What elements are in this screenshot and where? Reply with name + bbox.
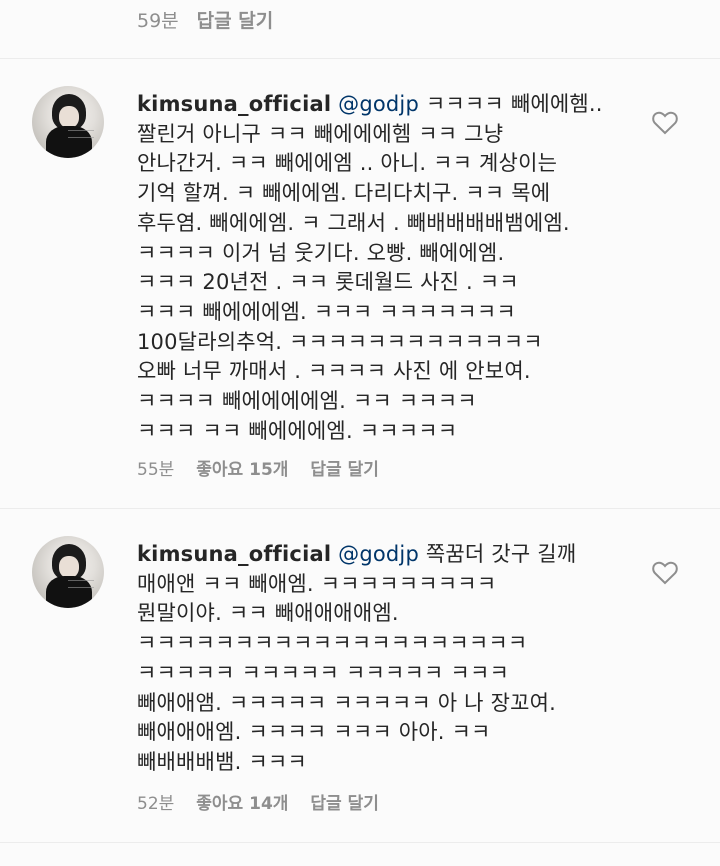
comment-time: 55분 [137,460,175,480]
comment-meta: 52분 좋아요 14개 답글 달기 [137,789,401,814]
reply-button[interactable]: 답글 달기 [197,10,274,32]
comment-time: 59분 [137,10,179,32]
likes-count[interactable]: 좋아요 15개 [196,460,288,480]
divider [0,508,720,509]
avatar[interactable] [32,536,104,608]
reply-button[interactable]: 답글 달기 [310,460,378,480]
heart-icon[interactable] [652,561,678,585]
comment-meta: 59분 답글 달기 [137,6,291,33]
comment-body: ㅋㅋㅋㅋ 빼에에헴.. 짤린거 아니구 ㅋㅋ 빼에에에헴 ㅋㅋ 그냥 안나간거.… [137,92,603,443]
comment-mention[interactable]: @godjp [338,92,419,116]
comment-mention[interactable]: @godjp [338,542,419,566]
heart-icon[interactable] [652,111,678,135]
comment-username[interactable]: kimsuna_official [137,542,331,566]
likes-count[interactable]: 좋아요 14개 [196,794,288,814]
comment-text: kimsuna_official @godjp 쪽꿈더 갓구 길깨 매애앤 ㅋㅋ… [137,540,637,778]
avatar[interactable] [32,86,104,158]
reply-button[interactable]: 답글 달기 [310,794,378,814]
comment-username[interactable]: kimsuna_official [137,92,331,116]
divider [0,842,720,843]
divider [0,58,720,59]
comment-body: 쪽꿈더 갓구 길깨 매애앤 ㅋㅋ 빼애엠. ㅋㅋㅋㅋㅋㅋㅋㅋㅋ 뭔말이야. ㅋㅋ… [137,542,577,774]
comment-meta: 55분 좋아요 15개 답글 달기 [137,455,401,480]
comment-time: 52분 [137,794,175,814]
comment-text: kimsuna_official @godjp ㅋㅋㅋㅋ 빼에에헴.. 짤린거 … [137,90,637,446]
